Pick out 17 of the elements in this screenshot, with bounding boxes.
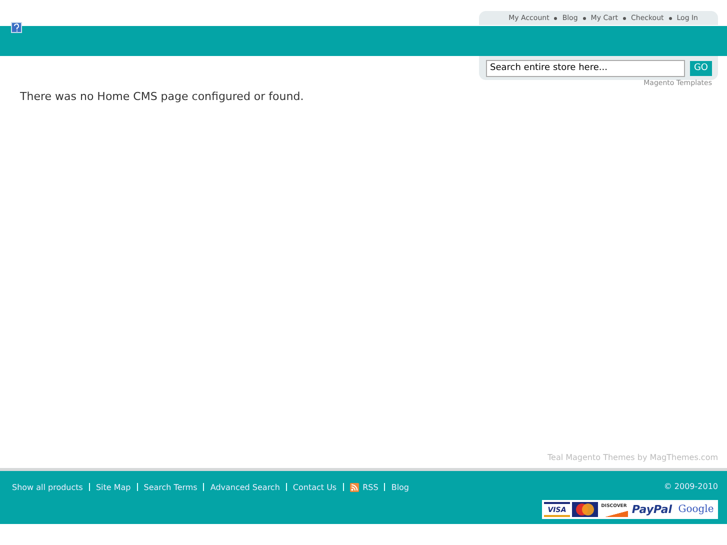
search-field[interactable]: Search entire store here... — [486, 60, 685, 76]
footer-link[interactable]: Advanced Search — [210, 482, 280, 492]
paypal-logo: PayPal — [630, 502, 674, 517]
rss-link[interactable]: RSS — [350, 482, 378, 492]
theme-credit: Teal Magento Themes by MagThemes.com — [546, 453, 719, 464]
google-logo: Google — [677, 503, 715, 517]
empty-page-message: There was no Home CMS page configured or found. — [20, 90, 305, 103]
footer-link[interactable]: Contact Us — [292, 482, 337, 492]
card-logo — [572, 502, 598, 517]
rss-icon — [350, 482, 359, 492]
footer-link[interactable]: Blog — [391, 482, 410, 492]
copyright: © 2009-2010 — [664, 481, 718, 493]
footer-link[interactable]: Search Terms — [144, 482, 198, 492]
footer-link[interactable]: Site Map — [96, 482, 131, 492]
go-button[interactable]: GO — [690, 60, 712, 76]
footer-link[interactable]: Show all products — [12, 482, 83, 492]
help-icon — [11, 22, 22, 33]
